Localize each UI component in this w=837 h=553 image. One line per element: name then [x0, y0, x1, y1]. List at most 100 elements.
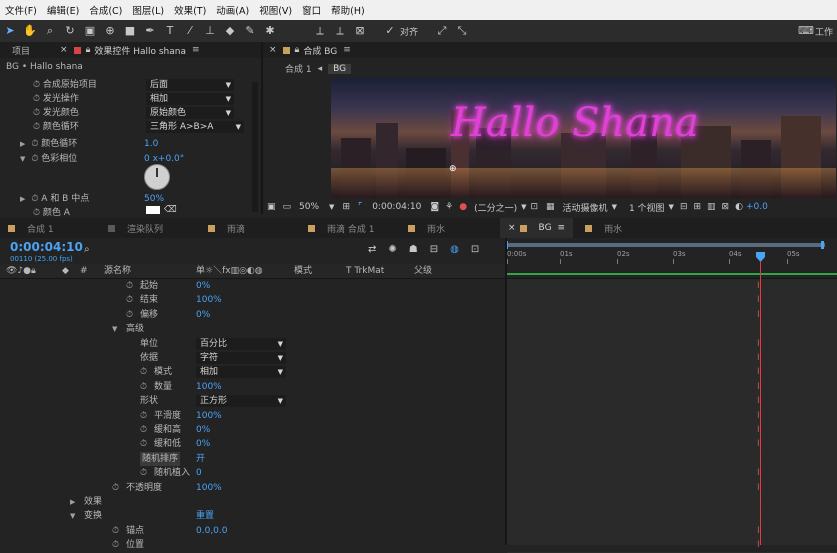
camera-dropdown[interactable]: 活动摄像机 [563, 201, 608, 214]
twirl-icon[interactable]: ▶ [70, 495, 75, 509]
stopwatch-icon[interactable]: ⏱︎ [126, 293, 133, 307]
hand-tool-icon[interactable]: ✋ [23, 24, 37, 38]
track-row[interactable]: I [507, 293, 837, 309]
menu-item[interactable]: 文件(F) [0, 3, 42, 17]
stopwatch-icon[interactable]: ⏱︎ [33, 108, 40, 118]
snapshot-icon[interactable]: ◙ [430, 202, 439, 212]
fit-icon[interactable]: ⊞ [342, 202, 350, 212]
camera-tool-icon[interactable]: ▣ [83, 24, 97, 38]
zoom-tool-icon[interactable]: ⌕ [43, 24, 57, 38]
menu-item[interactable]: 效果(T) [169, 3, 211, 17]
property-value[interactable]: 0 [196, 466, 202, 480]
timeline-property-row[interactable]: 形状 正方形 [0, 394, 505, 408]
menu-item[interactable]: 帮助(H) [326, 3, 370, 17]
track-row[interactable] [507, 509, 837, 525]
panel-menu-icon[interactable]: ≡ [343, 45, 351, 55]
twirl-icon[interactable]: ▼ [112, 322, 117, 336]
effect-property-row[interactable]: ⏱︎ 发光颜色 [20, 106, 79, 120]
draft-3d-icon[interactable]: ✺ [388, 244, 396, 255]
time-ruler[interactable]: 0:00s 01s 02s 03s 04s 05s [507, 250, 837, 264]
timeline-tab[interactable]: × BG ≡ [500, 218, 574, 238]
col-parent[interactable]: 父级 [414, 264, 432, 278]
pan-behind-tool-icon[interactable]: ⊕ [103, 24, 117, 38]
anchor-point-icon[interactable]: ⊕ [449, 164, 457, 174]
track-row[interactable]: I [507, 437, 837, 453]
zoom-dropdown-icon[interactable]: ▼ [329, 203, 334, 211]
motion-blur-icon[interactable]: ◍ [450, 244, 459, 255]
timeline-property-row[interactable]: 随机排序 开 [0, 451, 505, 466]
stopwatch-icon[interactable]: ⏱︎ [33, 80, 40, 90]
property-value[interactable]: 开 [196, 452, 205, 466]
region-icon[interactable]: ⌜ [358, 202, 362, 212]
col-mode[interactable]: 模式 [294, 264, 312, 278]
lock-icon[interactable]: 🔒︎ [86, 45, 91, 55]
clone-stamp-tool-icon[interactable]: ⊥ [203, 24, 217, 38]
flowchart-icon[interactable]: ⊠ [722, 202, 730, 212]
timeline-property-row[interactable]: ⏱︎ 位置 [0, 538, 505, 552]
breadcrumb-comp1[interactable]: 合成 1 [285, 62, 312, 75]
property-dropdown[interactable]: 字符 [196, 352, 286, 364]
stopwatch-icon[interactable]: ⏱︎ [33, 94, 40, 104]
track-area[interactable]: IIIIIIIIIIIIIII [507, 279, 837, 553]
property-value[interactable]: 50% [144, 192, 164, 206]
property-value[interactable]: 100% [196, 481, 222, 495]
composition-canvas[interactable]: Hallo Shana ⊕ [331, 78, 836, 198]
timeline-property-row[interactable]: ⏱︎ 缓和低 0% [0, 437, 505, 451]
track-row[interactable]: I [507, 538, 837, 553]
timeline-property-row[interactable]: ⏱︎ 偏移 0% [0, 308, 505, 322]
stopwatch-icon[interactable]: ⏱︎ [140, 437, 147, 451]
frame-blend-icon[interactable]: ⊟ [430, 244, 438, 255]
axis-view-icon[interactable]: ⊠ [353, 24, 367, 38]
breadcrumb-bg[interactable]: BG [328, 63, 352, 74]
timeline-property-row[interactable]: ⏱︎ 缓和高 0% [0, 423, 505, 437]
puppet-tool-icon[interactable]: ✱ [263, 24, 277, 38]
menu-item[interactable]: 动画(A) [211, 3, 254, 17]
views-dropdown[interactable]: 1 个视图 [629, 201, 665, 214]
property-value[interactable]: 0% [196, 308, 210, 322]
property-value[interactable]: 0 x+0.0° [144, 152, 184, 166]
track-row[interactable]: I [507, 481, 837, 496]
panel-menu-icon[interactable]: ≡ [192, 45, 200, 55]
menu-item[interactable]: 窗口 [297, 3, 326, 17]
work-area-end-handle[interactable] [821, 241, 824, 249]
zoom-value[interactable]: 50% [299, 202, 319, 212]
twirl-icon[interactable]: ▶ [20, 140, 25, 148]
roto-brush-tool-icon[interactable]: ✎ [243, 24, 257, 38]
timeline-tab[interactable]: 渲染队列 [100, 218, 196, 238]
stopwatch-icon[interactable]: ⏱︎ [112, 481, 119, 495]
exposure-value[interactable]: +0.0 [746, 202, 768, 212]
property-value[interactable]: 0% [196, 423, 210, 437]
twirl-icon[interactable]: ▼ [70, 509, 75, 523]
fast-preview-icon[interactable]: ⊞ [693, 202, 701, 212]
eyedropper-icon[interactable]: ⌫ [164, 205, 177, 215]
stopwatch-icon[interactable]: ⏱︎ [33, 122, 40, 132]
type-tool-icon[interactable]: T [163, 24, 177, 38]
stopwatch-icon[interactable]: ⏱︎ [112, 538, 119, 552]
timeline-property-row[interactable]: ▼ 变换 重置 [0, 509, 505, 523]
effect-property-row[interactable]: ⏱︎ 合成原始项目 [20, 78, 97, 92]
shy-icon[interactable]: ☗ [409, 244, 418, 255]
track-row[interactable]: I [507, 351, 837, 366]
timeline-property-row[interactable]: 单位 百分比 [0, 337, 505, 351]
track-row[interactable]: I [507, 466, 837, 482]
timeline-tab[interactable]: 雨水 [577, 218, 673, 238]
stopwatch-icon[interactable]: ⏱︎ [31, 139, 38, 149]
exposure-icon[interactable]: ◐ [735, 202, 743, 212]
stopwatch-icon[interactable]: ⏱︎ [126, 279, 133, 293]
snap-edge-icon[interactable]: ⤢ [435, 24, 449, 38]
timeline-property-row[interactable]: ▼ 高级 [0, 322, 505, 336]
property-dropdown[interactable]: 后面 [146, 79, 234, 91]
menu-item[interactable]: 合成(C) [84, 3, 127, 17]
tab-composition[interactable]: 合成 BG [303, 44, 337, 57]
close-icon[interactable]: × [508, 223, 516, 233]
graph-editor-icon[interactable]: ⊡ [471, 244, 479, 255]
tab-project[interactable]: 项目 [12, 44, 30, 57]
monitor-icon[interactable]: ▭ [283, 202, 292, 212]
work-area-bar[interactable] [507, 243, 825, 247]
twirl-icon[interactable]: ▼ [20, 155, 25, 163]
property-dropdown[interactable]: 相加 [146, 93, 234, 105]
stopwatch-icon[interactable]: ⏱︎ [33, 208, 40, 218]
property-value[interactable]: 0.0,0.0 [196, 524, 228, 538]
rotate-tool-icon[interactable]: ↻ [63, 24, 77, 38]
timeline-property-row[interactable]: ⏱︎ 数量 100% [0, 380, 505, 394]
